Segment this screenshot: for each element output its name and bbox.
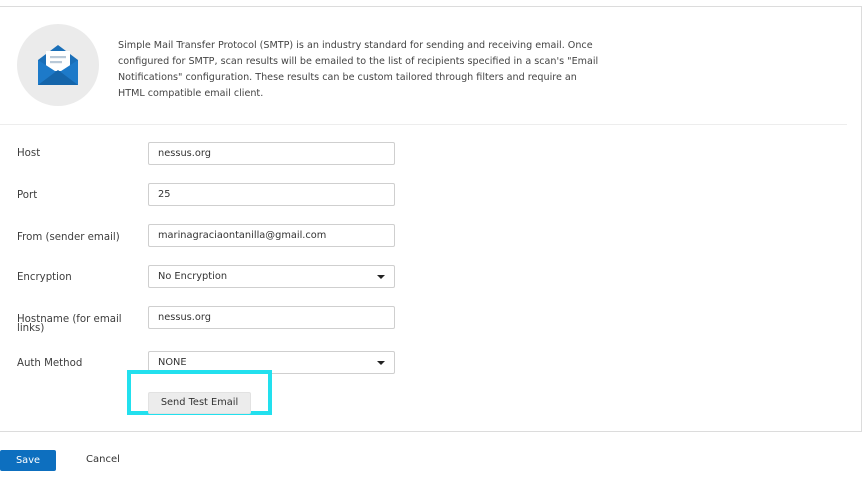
hostname-input[interactable] (148, 306, 395, 329)
host-input[interactable] (148, 142, 395, 165)
envelope-open-icon (38, 45, 78, 85)
port-input[interactable] (148, 183, 395, 206)
auth-method-label: Auth Method (17, 358, 83, 369)
chevron-down-icon (377, 361, 385, 365)
smtp-description: Simple Mail Transfer Protocol (SMTP) is … (118, 38, 618, 102)
description-line: HTML compatible email client. (118, 88, 264, 99)
encryption-selected-value: No Encryption (158, 271, 228, 282)
hostname-label-line: links) (17, 323, 45, 334)
from-label: From (sender email) (17, 232, 120, 243)
save-button[interactable]: Save (0, 450, 56, 471)
mail-icon-circle (17, 24, 99, 106)
smtp-settings-panel: Simple Mail Transfer Protocol (SMTP) is … (0, 6, 862, 432)
from-email-input[interactable] (148, 224, 395, 247)
hostname-label: Hostname (for email links) (17, 314, 122, 334)
encryption-label: Encryption (17, 272, 72, 283)
host-label: Host (17, 148, 41, 159)
description-line: Simple Mail Transfer Protocol (SMTP) is … (118, 40, 593, 51)
send-test-email-button[interactable]: Send Test Email (148, 392, 251, 414)
smtp-intro: Simple Mail Transfer Protocol (SMTP) is … (0, 7, 847, 125)
cancel-button[interactable]: Cancel (86, 454, 120, 465)
description-line: configured for SMTP, scan results will b… (118, 56, 599, 67)
chevron-down-icon (377, 275, 385, 279)
port-label: Port (17, 190, 38, 201)
encryption-select[interactable]: No Encryption (148, 265, 395, 288)
description-line: Notifications" configuration. These resu… (118, 72, 577, 83)
